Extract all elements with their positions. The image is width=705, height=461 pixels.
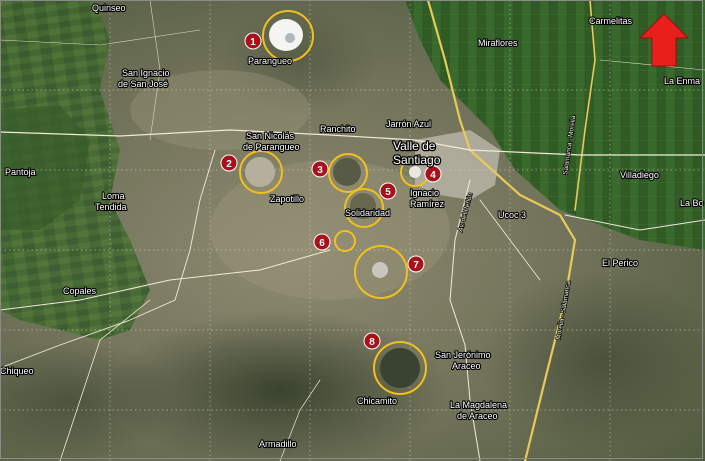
town-el-perico: El Perico (602, 258, 638, 268)
town-quinseo: Quinseo (92, 3, 126, 13)
town-ranchito: Ranchito (320, 124, 356, 134)
town-ucoc-3: Ucoc 3 (498, 210, 526, 220)
crater-marker-2-number: 2 (226, 159, 232, 170)
crater-marker-6-number: 6 (319, 238, 325, 249)
town-la-enma: La Enma (664, 76, 700, 86)
crater-2-floor (245, 157, 275, 187)
crater-marker-8[interactable]: 8 (363, 332, 381, 350)
town-chicamito: Chicamito (357, 396, 397, 406)
crater-8-floor (380, 348, 420, 388)
town-san-ignacio-de-san-jose: San Ignacio de San José (118, 68, 170, 89)
town-solidaridad: Solidaridad (345, 208, 390, 218)
town-san-nicolas-de-parangueo: San Nicolás de Parangueo (243, 131, 300, 152)
town-armadillo: Armadillo (259, 439, 297, 449)
crater-7-floor (372, 262, 388, 278)
crater-marker-4-number: 4 (430, 170, 436, 181)
crater-marker-5[interactable]: 5 (379, 182, 397, 200)
crater-marker-4[interactable]: 4 (424, 165, 442, 183)
town-parangueo: Parangueo (248, 56, 292, 66)
crater-marker-7[interactable]: 7 (407, 255, 425, 273)
crater-marker-6[interactable]: 6 (313, 233, 331, 251)
crater-marker-7-number: 7 (413, 260, 419, 271)
town-miraflores: Miraflores (478, 38, 518, 48)
crater-marker-3-number: 3 (317, 165, 323, 176)
town-villadiego: Villadiego (620, 170, 659, 180)
crater-marker-8-number: 8 (369, 337, 375, 348)
town-carmelitas: Carmelitas (589, 16, 633, 26)
crater-marker-1[interactable]: 1 (244, 32, 262, 50)
town-pantoja: Pantoja (5, 167, 36, 177)
town-chiqueo: Chiqueo (0, 366, 34, 376)
crater-marker-3[interactable]: 3 (311, 160, 329, 178)
satellite-map: 1 2 3 4 5 6 7 8 Quinseo San Ignacio de Sa… (0, 0, 705, 461)
crater-marker-1-number: 1 (250, 37, 256, 48)
crater-marker-5-number: 5 (385, 187, 391, 198)
town-la-bo: La Bo (680, 198, 704, 208)
town-jarron-azul: Jarrón Azul (386, 119, 431, 129)
town-zapotillo: Zapotillo (270, 194, 304, 204)
crater-marker-2[interactable]: 2 (220, 154, 238, 172)
town-copales: Copales (63, 286, 97, 296)
town-valle-de-santiago: Valle de Santiago (393, 139, 441, 167)
